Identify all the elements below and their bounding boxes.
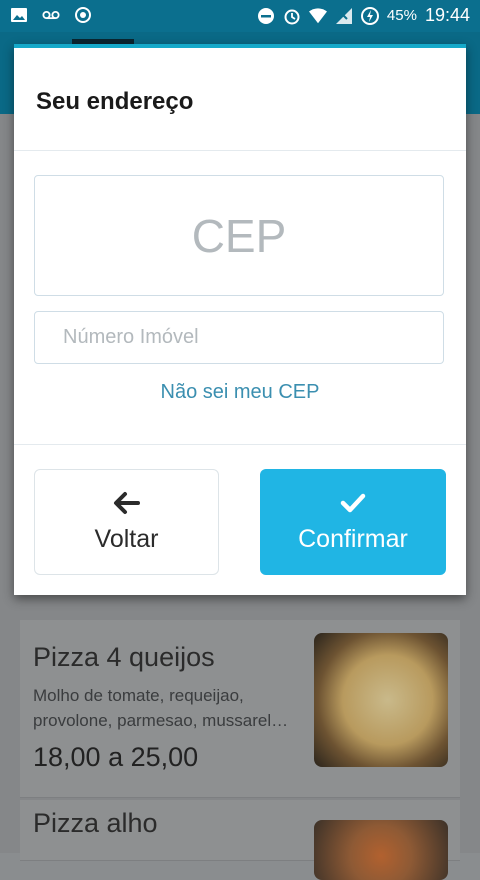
modal-divider bbox=[14, 150, 466, 151]
menu-item-title: Pizza alho bbox=[33, 808, 158, 838]
menu-item-image bbox=[314, 820, 448, 880]
status-bar: 45% 19:44 bbox=[0, 0, 480, 32]
battery-charging-icon bbox=[360, 6, 379, 25]
cep-input[interactable]: CEP bbox=[34, 175, 444, 296]
wifi-icon bbox=[308, 7, 327, 23]
menu-item-card[interactable]: Pizza 4 queijos Molho de tomate, requeij… bbox=[20, 620, 460, 798]
numero-imovel-input[interactable]: Número Imóvel bbox=[34, 311, 444, 364]
modal-divider bbox=[14, 444, 466, 445]
address-modal: Seu endereço CEP Número Imóvel Não sei m… bbox=[14, 44, 466, 595]
menu-item-title: Pizza 4 queijos bbox=[33, 642, 215, 672]
battery-percent: 45% bbox=[386, 7, 417, 24]
menu-item-price: 18,00 a 25,00 bbox=[33, 742, 199, 772]
check-icon bbox=[340, 493, 366, 512]
menu-item-image bbox=[314, 633, 448, 767]
sync-icon bbox=[75, 7, 91, 23]
clock: 19:44 bbox=[424, 5, 470, 25]
arrow-left-icon bbox=[113, 491, 140, 514]
back-button-label: Voltar bbox=[94, 524, 159, 553]
modal-title: Seu endereço bbox=[36, 88, 194, 115]
alarm-icon bbox=[284, 9, 300, 24]
back-button[interactable]: Voltar bbox=[34, 469, 219, 575]
no-signal-icon bbox=[335, 7, 352, 24]
image-icon bbox=[11, 8, 27, 22]
do-not-disturb-icon bbox=[257, 7, 274, 24]
confirm-button[interactable]: Confirmar bbox=[260, 469, 446, 575]
confirm-button-label: Confirmar bbox=[298, 524, 408, 553]
nao-sei-cep-link[interactable]: Não sei meu CEP bbox=[14, 381, 466, 404]
menu-item-card[interactable]: Pizza alho bbox=[20, 800, 460, 880]
menu-item-description: Molho de tomate, requeijao, provolone, p… bbox=[33, 686, 289, 730]
voicemail-icon bbox=[42, 10, 60, 20]
